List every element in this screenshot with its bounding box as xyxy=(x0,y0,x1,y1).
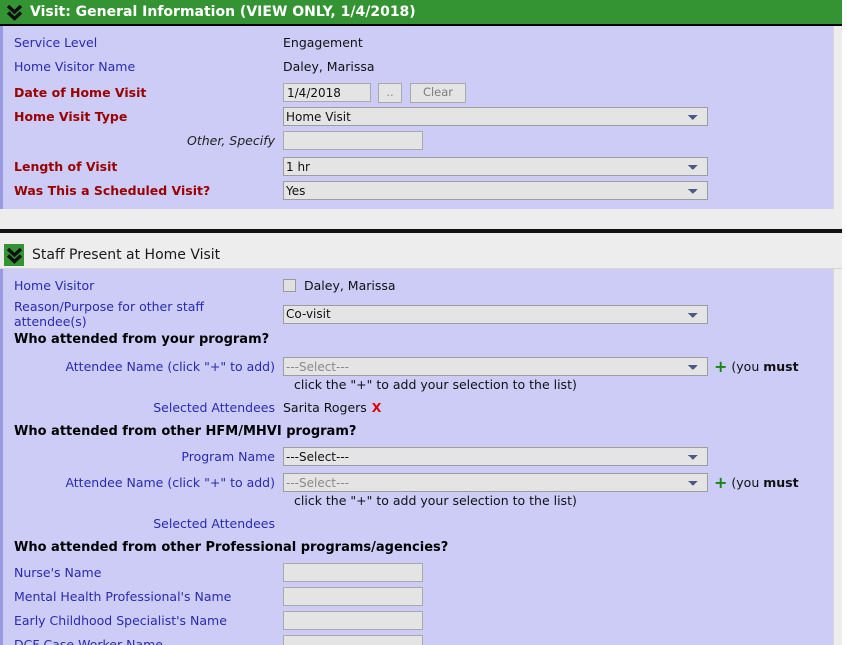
date-picker-button[interactable]: .. xyxy=(378,82,402,103)
program-name-label: Program Name xyxy=(181,449,275,464)
field-row-reason-purpose: Reason/Purpose for other staff attendee(… xyxy=(3,299,833,329)
plus-icon[interactable]: + xyxy=(714,358,727,375)
plus-icon[interactable]: + xyxy=(714,474,727,491)
mental-health-name-input[interactable] xyxy=(283,587,423,606)
field-row-was-scheduled: Was This a Scheduled Visit? Yes xyxy=(3,180,833,201)
attendee-name-select[interactable]: ---Select--- xyxy=(283,357,708,376)
dcf-case-worker-name-label: DCF Case Worker Name xyxy=(14,637,163,645)
attendee-add-hint-prefix: (you xyxy=(731,359,764,374)
attendee-add-hint-line2: click the "+" to add your selection to t… xyxy=(294,493,577,508)
group-heading-professional-agencies: Who attended from other Professional pro… xyxy=(14,540,449,555)
other-specify-label: Other, Specify xyxy=(187,133,275,148)
field-row-selected-attendees-your-program: Selected Attendees Sarita Rogers X xyxy=(3,397,833,418)
other-specify-input[interactable] xyxy=(283,131,423,150)
field-row-selected-attendees-other-program: Selected Attendees xyxy=(3,513,833,534)
field-row-attendee-name-other-program: Attendee Name (click "+" to add) ---Sele… xyxy=(3,472,833,493)
date-of-home-visit-label: Date of Home Visit xyxy=(14,85,147,100)
service-level-value: Engagement xyxy=(283,35,363,50)
attendee-name-select[interactable]: ---Select--- xyxy=(283,473,708,492)
section-separator-gap-top xyxy=(0,219,842,229)
attendee-add-hint-line1: (you must xyxy=(731,359,798,374)
field-row-home-visitor-name: Home Visitor Name Daley, Marissa xyxy=(3,56,833,77)
field-row-program-name: Program Name ---Select--- xyxy=(3,446,833,467)
attendee-add-hint-strong: must xyxy=(763,359,799,374)
section-body-general-information: Service Level Engagement Home Visitor Na… xyxy=(0,26,834,209)
field-row-other-specify: Other, Specify xyxy=(3,130,833,151)
attendee-name-label: Attendee Name (click "+" to add) xyxy=(65,359,275,374)
field-row-dcf-case-worker-name: DCF Case Worker Name xyxy=(3,634,833,645)
attendee-add-hint-strong: must xyxy=(763,475,799,490)
field-row-service-level: Service Level Engagement xyxy=(3,32,833,53)
field-row-home-visit-type: Home Visit Type Home Visit xyxy=(3,106,833,127)
field-row-date-of-home-visit: Date of Home Visit .. Clear xyxy=(3,82,833,103)
home-visitor-label: Home Visitor xyxy=(14,278,95,293)
form-page: Visit: General Information (VIEW ONLY, 1… xyxy=(0,0,847,645)
field-row-mental-health-name: Mental Health Professional's Name xyxy=(3,586,833,607)
field-row-early-childhood-name: Early Childhood Specialist's Name xyxy=(3,610,833,631)
selected-attendee-name: Sarita Rogers xyxy=(283,400,367,415)
selected-attendees-label: Selected Attendees xyxy=(153,400,275,415)
section-separator-gap-bottom xyxy=(0,233,842,242)
date-of-home-visit-input[interactable] xyxy=(283,83,371,102)
mental-health-name-label: Mental Health Professional's Name xyxy=(14,589,232,604)
reason-purpose-select[interactable]: Co-visit xyxy=(283,304,708,324)
section-footer-general xyxy=(0,209,842,219)
double-chevron-down-icon[interactable] xyxy=(4,244,24,266)
double-chevron-down-icon[interactable] xyxy=(4,1,24,23)
home-visit-type-label: Home Visit Type xyxy=(14,109,128,124)
field-row-home-visitor: Home Visitor Daley, Marissa xyxy=(3,275,833,296)
section-header-staff-present[interactable]: Staff Present at Home Visit xyxy=(0,242,842,269)
section-general-information: Visit: General Information (VIEW ONLY, 1… xyxy=(0,0,842,219)
dcf-case-worker-name-input[interactable] xyxy=(283,635,423,645)
field-row-nurse-name: Nurse's Name xyxy=(3,562,833,583)
field-row-length-of-visit: Length of Visit 1 hr xyxy=(3,156,833,177)
section-title: Visit: General Information (VIEW ONLY, 1… xyxy=(30,4,416,20)
early-childhood-name-label: Early Childhood Specialist's Name xyxy=(14,613,227,628)
reason-purpose-label: Reason/Purpose for other staff attendee(… xyxy=(14,299,205,329)
home-visitor-checkbox[interactable] xyxy=(283,279,296,292)
section-title: Staff Present at Home Visit xyxy=(32,247,221,263)
service-level-label: Service Level xyxy=(14,35,98,50)
section-header-general-information[interactable]: Visit: General Information (VIEW ONLY, 1… xyxy=(0,0,842,26)
was-scheduled-select[interactable]: Yes xyxy=(283,181,708,200)
program-name-select[interactable]: ---Select--- xyxy=(283,447,708,466)
field-row-attendee-name-your-program: Attendee Name (click "+" to add) ---Sele… xyxy=(3,356,833,377)
nurse-name-input[interactable] xyxy=(283,563,423,582)
nurse-name-label: Nurse's Name xyxy=(14,565,102,580)
early-childhood-name-input[interactable] xyxy=(283,611,423,630)
home-visitor-checkbox-label: Daley, Marissa xyxy=(304,278,396,293)
group-heading-your-program: Who attended from your program? xyxy=(14,332,270,347)
length-of-visit-select[interactable]: 1 hr xyxy=(283,157,708,176)
clear-date-button[interactable]: Clear xyxy=(410,82,466,103)
attendee-name-label: Attendee Name (click "+" to add) xyxy=(65,475,275,490)
length-of-visit-label: Length of Visit xyxy=(14,159,118,174)
home-visitor-name-value: Daley, Marissa xyxy=(283,59,375,74)
attendee-add-hint-line2: click the "+" to add your selection to t… xyxy=(294,377,577,392)
remove-x-icon[interactable]: X xyxy=(372,400,382,415)
home-visit-type-select[interactable]: Home Visit xyxy=(283,107,708,126)
selected-attendee-chip: Sarita Rogers X xyxy=(283,400,381,415)
group-heading-other-hfm-mhvi: Who attended from other HFM/MHVI program… xyxy=(14,424,357,439)
home-visitor-name-label: Home Visitor Name xyxy=(14,59,136,74)
was-scheduled-label: Was This a Scheduled Visit? xyxy=(14,183,211,198)
selected-attendees-label: Selected Attendees xyxy=(153,516,275,531)
section-body-staff-present: Home Visitor Daley, Marissa Reason/Purpo… xyxy=(0,269,834,645)
section-staff-present: Staff Present at Home Visit Home Visitor… xyxy=(0,242,842,645)
attendee-add-hint-line1: (you must xyxy=(731,475,798,490)
attendee-add-hint-prefix: (you xyxy=(731,475,764,490)
